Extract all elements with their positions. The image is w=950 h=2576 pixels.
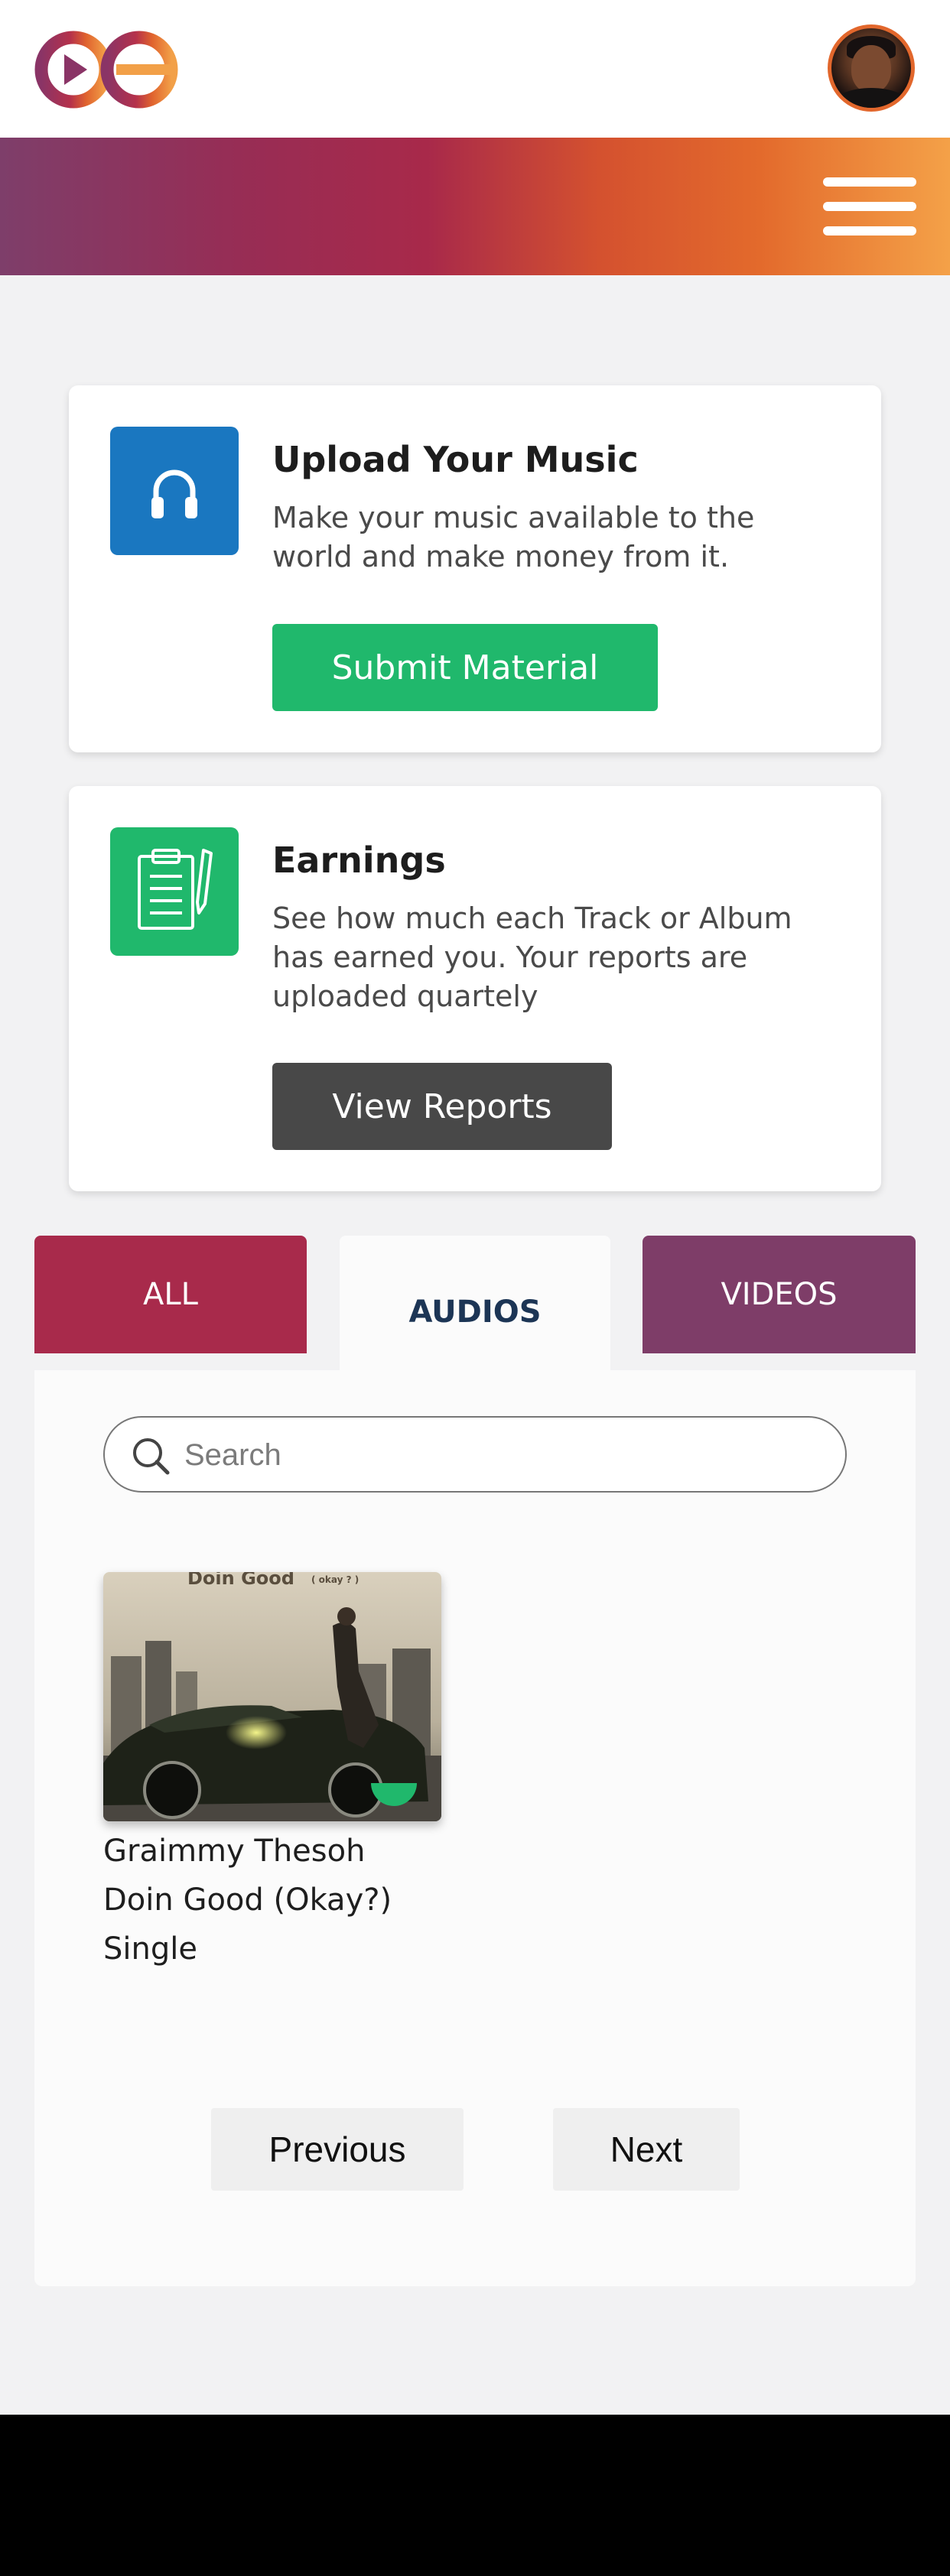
view-reports-button[interactable]: View Reports (272, 1063, 612, 1150)
search-input[interactable] (184, 1433, 812, 1477)
next-button[interactable]: Next (553, 2108, 740, 2191)
album-type: Single (103, 1931, 197, 1967)
user-avatar[interactable] (828, 24, 915, 112)
earnings-card-title: Earnings (272, 840, 446, 881)
headphones-icon (110, 427, 239, 555)
search-box[interactable] (103, 1416, 847, 1493)
clipboard-pen-icon (110, 827, 239, 956)
audios-panel: Doin Good ( okay ? ) Graimmy Thesoh Doin… (34, 1370, 916, 2286)
avatar-shoulders (835, 88, 908, 108)
app-header (0, 0, 950, 138)
submit-material-button[interactable]: Submit Material (272, 624, 658, 711)
tab-all[interactable]: ALL (34, 1236, 307, 1353)
album-cover[interactable]: Doin Good ( okay ? ) (103, 1572, 441, 1821)
earnings-card: Earnings See how much each Track or Albu… (69, 786, 881, 1191)
earnings-card-description: See how much each Track or Album has ear… (272, 901, 792, 1013)
footer-bar (0, 2415, 950, 2576)
play-infinity-logo-icon[interactable] (34, 28, 182, 112)
album-cover-subtitle: ( okay ? ) (311, 1574, 359, 1585)
gradient-banner (0, 138, 950, 275)
tab-audios[interactable]: AUDIOS (340, 1236, 610, 1373)
upload-card-title: Upload Your Music (272, 439, 639, 480)
upload-music-card: Upload Your Music Make your music availa… (69, 385, 881, 752)
album-cover-title: Doin Good (187, 1572, 294, 1589)
avatar-face (851, 45, 891, 93)
album-artist: Graimmy Thesoh (103, 1834, 366, 1869)
search-icon (133, 1438, 170, 1475)
tab-videos[interactable]: VIDEOS (643, 1236, 916, 1353)
hamburger-menu-icon[interactable] (823, 177, 916, 236)
upload-card-description: Make your music available to the world a… (272, 501, 755, 573)
previous-button[interactable]: Previous (211, 2108, 464, 2191)
album-title: Doin Good (Okay?) (103, 1882, 392, 1918)
